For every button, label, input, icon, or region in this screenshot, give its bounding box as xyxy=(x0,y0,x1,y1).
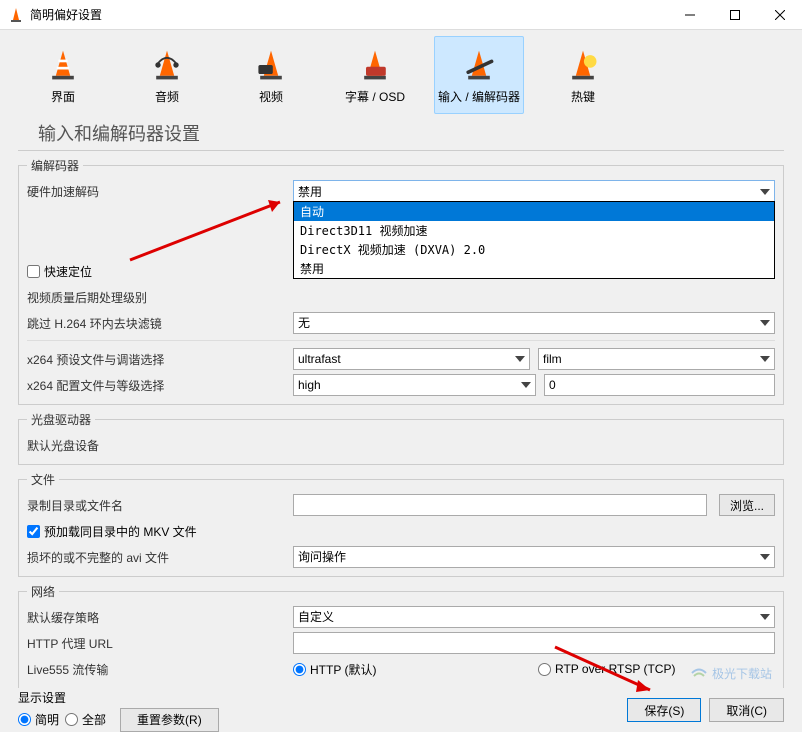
skip-loop-select[interactable]: 无 xyxy=(293,312,775,334)
http-proxy-input[interactable] xyxy=(293,632,775,654)
titlebar: 简明偏好设置 xyxy=(0,0,802,30)
all-radio[interactable]: 全部 xyxy=(65,711,106,728)
hotkey-icon xyxy=(563,46,603,84)
tab-label: 热键 xyxy=(571,88,595,105)
dropdown-selected-value[interactable]: 禁用 xyxy=(293,180,775,202)
group-legend: 文件 xyxy=(27,471,59,488)
x264-preset-select[interactable]: ultrafast xyxy=(293,348,530,370)
http-radio[interactable]: HTTP (默认) xyxy=(293,661,530,678)
broken-avi-select[interactable]: 询问操作 xyxy=(293,546,775,568)
group-legend: 编解码器 xyxy=(27,157,83,174)
dropdown-option[interactable]: 自动 xyxy=(294,202,774,221)
content-area: 编解码器 硬件加速解码 禁用 自动 Direct3D11 视频加速 Direct… xyxy=(0,151,802,693)
minimize-button[interactable] xyxy=(667,0,712,30)
group-legend: 网络 xyxy=(27,583,59,600)
video-icon xyxy=(251,46,291,84)
post-process-label: 视频质量后期处理级别 xyxy=(27,289,287,306)
group-file: 文件 录制目录或文件名 浏览... 预加载同目录中的 MKV 文件 损坏的或不完… xyxy=(18,471,784,577)
rtp-radio[interactable]: RTP over RTSP (TCP) xyxy=(538,661,775,678)
x264-preset-label: x264 预设文件与调谐选择 xyxy=(27,351,287,368)
close-button[interactable] xyxy=(757,0,802,30)
cone-icon xyxy=(43,46,83,84)
preload-mkv-checkbox[interactable]: 预加载同目录中的 MKV 文件 xyxy=(27,523,197,540)
group-codec: 编解码器 硬件加速解码 禁用 自动 Direct3D11 视频加速 Direct… xyxy=(18,157,784,405)
default-disc-label: 默认光盘设备 xyxy=(27,437,287,454)
codec-icon xyxy=(459,46,499,84)
fast-seek-checkbox[interactable]: 快速定位 xyxy=(27,263,92,280)
x264-tune-select[interactable]: film xyxy=(538,348,775,370)
tab-subtitles[interactable]: 字幕 / OSD xyxy=(330,36,420,114)
tab-interface[interactable]: 界面 xyxy=(18,36,108,114)
headphones-icon xyxy=(147,46,187,84)
cache-policy-select[interactable]: 自定义 xyxy=(293,606,775,628)
browse-button[interactable]: 浏览... xyxy=(719,494,775,516)
show-settings-label: 显示设置 xyxy=(18,689,219,706)
subtitle-icon xyxy=(355,46,395,84)
x264-profile-label: x264 配置文件与等级选择 xyxy=(27,377,287,394)
live555-label: Live555 流传输 xyxy=(27,661,287,678)
dropdown-option[interactable]: Direct3D11 视频加速 xyxy=(294,221,774,240)
reset-button[interactable]: 重置参数(R) xyxy=(120,708,219,732)
cache-policy-label: 默认缓存策略 xyxy=(27,609,287,626)
page-title: 输入和编解码器设置 xyxy=(18,114,784,151)
tab-label: 视频 xyxy=(259,88,283,105)
category-tabs: 界面 音频 视频 字幕 / OSD 输入 / 编解码器 热键 xyxy=(0,30,802,114)
tab-label: 输入 / 编解码器 xyxy=(438,88,520,105)
tab-codecs[interactable]: 输入 / 编解码器 xyxy=(434,36,524,114)
group-disc: 光盘驱动器 默认光盘设备 xyxy=(18,411,784,465)
http-proxy-label: HTTP 代理 URL xyxy=(27,635,287,652)
app-icon xyxy=(8,7,24,23)
bottom-bar: 显示设置 简明 全部 重置参数(R) 保存(S) 取消(C) xyxy=(0,688,802,732)
tab-hotkeys[interactable]: 热键 xyxy=(538,36,628,114)
broken-avi-label: 损坏的或不完整的 avi 文件 xyxy=(27,549,287,566)
skip-loop-label: 跳过 H.264 环内去块滤镜 xyxy=(27,315,287,332)
tab-label: 字幕 / OSD xyxy=(345,88,405,105)
x264-profile-select[interactable]: high xyxy=(293,374,536,396)
group-network: 网络 默认缓存策略 自定义 HTTP 代理 URL Live555 流传输 HT… xyxy=(18,583,784,689)
dropdown-option[interactable]: DirectX 视频加速 (DXVA) 2.0 xyxy=(294,240,774,259)
save-button[interactable]: 保存(S) xyxy=(627,698,701,722)
dropdown-list: 自动 Direct3D11 视频加速 DirectX 视频加速 (DXVA) 2… xyxy=(293,201,775,279)
x264-level-input[interactable] xyxy=(544,374,775,396)
tab-label: 音频 xyxy=(155,88,179,105)
tab-video[interactable]: 视频 xyxy=(226,36,316,114)
tab-label: 界面 xyxy=(51,88,75,105)
hw-decode-dropdown[interactable]: 禁用 自动 Direct3D11 视频加速 DirectX 视频加速 (DXVA… xyxy=(293,180,775,202)
record-dir-input[interactable] xyxy=(293,494,707,516)
tab-audio[interactable]: 音频 xyxy=(122,36,212,114)
hw-decode-label: 硬件加速解码 xyxy=(27,183,287,200)
window-title: 简明偏好设置 xyxy=(30,6,667,23)
group-legend: 光盘驱动器 xyxy=(27,411,95,428)
cancel-button[interactable]: 取消(C) xyxy=(709,698,784,722)
record-dir-label: 录制目录或文件名 xyxy=(27,497,287,514)
maximize-button[interactable] xyxy=(712,0,757,30)
simple-radio[interactable]: 简明 xyxy=(18,711,59,728)
dropdown-option[interactable]: 禁用 xyxy=(294,259,774,278)
